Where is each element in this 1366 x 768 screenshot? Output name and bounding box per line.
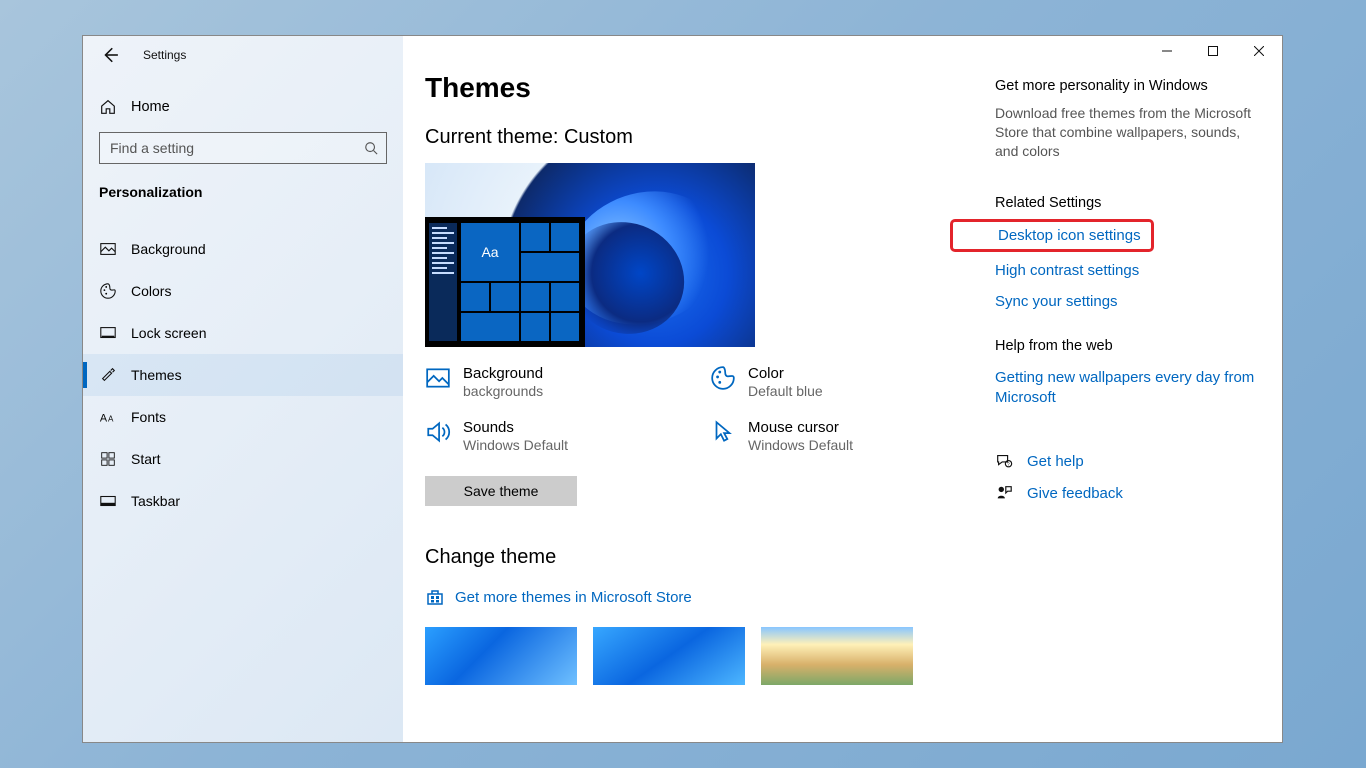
content-left: Themes Current theme: Custom Aa (425, 72, 985, 742)
prop-label: Color (748, 365, 823, 383)
svg-text:A: A (100, 413, 108, 425)
close-button[interactable] (1236, 36, 1282, 66)
feedback-icon (995, 484, 1013, 502)
back-button[interactable] (101, 46, 119, 64)
prop-value: Windows Default (748, 437, 853, 455)
arrow-left-icon (101, 46, 119, 64)
sidebar-item-start[interactable]: Start (83, 438, 403, 480)
maximize-button[interactable] (1190, 36, 1236, 66)
link-high-contrast-settings[interactable]: High contrast settings (995, 262, 1255, 279)
nav-label: Fonts (131, 409, 166, 425)
highlight-box: Desktop icon settings (950, 219, 1154, 252)
svg-text:A: A (108, 415, 114, 424)
sidebar-item-taskbar[interactable]: Taskbar (83, 480, 403, 522)
prop-sounds[interactable]: SoundsWindows Default (425, 419, 700, 455)
settings-window: Settings Home Personalization Background… (82, 35, 1283, 743)
prop-label: Mouse cursor (748, 419, 853, 437)
prop-value: backgrounds (463, 383, 543, 401)
sidebar-item-colors[interactable]: Colors (83, 270, 403, 312)
sidebar-item-themes[interactable]: Themes (83, 354, 403, 396)
theme-thumbnails (425, 627, 985, 685)
start-icon (99, 450, 117, 468)
cursor-icon (710, 419, 736, 445)
give-feedback-label: Give feedback (1027, 485, 1123, 502)
search-box[interactable] (99, 132, 387, 164)
page-title: Themes (425, 72, 985, 104)
prop-value: Default blue (748, 383, 823, 401)
nav-label: Colors (131, 283, 171, 299)
store-icon (425, 587, 445, 607)
nav-label: Taskbar (131, 493, 180, 509)
picture-icon (425, 365, 451, 391)
sidebar-item-fonts[interactable]: AA Fonts (83, 396, 403, 438)
close-icon (1254, 46, 1264, 56)
brush-icon (99, 366, 117, 384)
preview-sample-text: Aa (461, 223, 519, 281)
link-sync-settings[interactable]: Sync your settings (995, 293, 1255, 310)
prop-background[interactable]: Backgroundbackgrounds (425, 365, 700, 401)
home-label: Home (131, 99, 170, 115)
prop-label: Sounds (463, 419, 568, 437)
lockscreen-icon (99, 324, 117, 342)
sidebar-item-home[interactable]: Home (83, 70, 403, 128)
prop-color[interactable]: ColorDefault blue (710, 365, 985, 401)
link-help-wallpapers[interactable]: Getting new wallpapers every day from Mi… (995, 368, 1255, 409)
search-input[interactable] (110, 140, 364, 156)
chat-help-icon: ? (995, 452, 1013, 470)
picture-icon (99, 240, 117, 258)
palette-icon (99, 282, 117, 300)
titlebar: Settings (83, 36, 403, 70)
nav-label: Background (131, 241, 206, 257)
taskbar-icon (99, 492, 117, 510)
theme-properties: Backgroundbackgrounds ColorDefault blue … (425, 365, 985, 454)
link-get-help[interactable]: ? Get help (995, 452, 1255, 470)
prop-label: Background (463, 365, 543, 383)
search-icon (364, 141, 378, 155)
search-container (83, 128, 403, 174)
nav-label: Lock screen (131, 325, 206, 341)
related-settings-heading: Related Settings (995, 195, 1255, 211)
prop-cursor[interactable]: Mouse cursorWindows Default (710, 419, 985, 455)
prop-value: Windows Default (463, 437, 568, 455)
personality-text: Download free themes from the Microsoft … (995, 104, 1255, 161)
svg-text:?: ? (1007, 462, 1010, 467)
sidebar: Settings Home Personalization Background… (83, 36, 403, 742)
main-panel: Themes Current theme: Custom Aa (403, 36, 1282, 742)
app-title: Settings (143, 48, 186, 62)
sidebar-item-background[interactable]: Background (83, 228, 403, 270)
minimize-icon (1162, 46, 1172, 56)
sidebar-item-lockscreen[interactable]: Lock screen (83, 312, 403, 354)
content-right: Get more personality in Windows Download… (995, 72, 1255, 742)
personality-heading: Get more personality in Windows (995, 78, 1255, 94)
store-link[interactable]: Get more themes in Microsoft Store (425, 587, 985, 607)
current-theme-heading: Current theme: Custom (425, 126, 985, 149)
change-theme-heading: Change theme (425, 546, 985, 569)
help-heading: Help from the web (995, 338, 1255, 354)
home-icon (99, 98, 117, 116)
maximize-icon (1208, 46, 1218, 56)
palette-icon (710, 365, 736, 391)
nav-list: Background Colors Lock screen Themes AA … (83, 228, 403, 522)
font-icon: AA (99, 408, 117, 426)
theme-preview: Aa (425, 163, 755, 347)
category-title: Personalization (83, 174, 403, 210)
sound-icon (425, 419, 451, 445)
link-desktop-icon-settings[interactable]: Desktop icon settings (998, 227, 1141, 244)
link-give-feedback[interactable]: Give feedback (995, 484, 1255, 502)
store-link-label: Get more themes in Microsoft Store (455, 589, 692, 606)
nav-label: Start (131, 451, 161, 467)
nav-label: Themes (131, 367, 182, 383)
theme-thumb-1[interactable] (425, 627, 577, 685)
theme-thumb-3[interactable] (761, 627, 913, 685)
preview-start-menu: Aa (425, 217, 585, 347)
save-theme-button[interactable]: Save theme (425, 476, 577, 506)
get-help-label: Get help (1027, 453, 1084, 470)
theme-thumb-2[interactable] (593, 627, 745, 685)
minimize-button[interactable] (1144, 36, 1190, 66)
window-controls (1144, 36, 1282, 66)
